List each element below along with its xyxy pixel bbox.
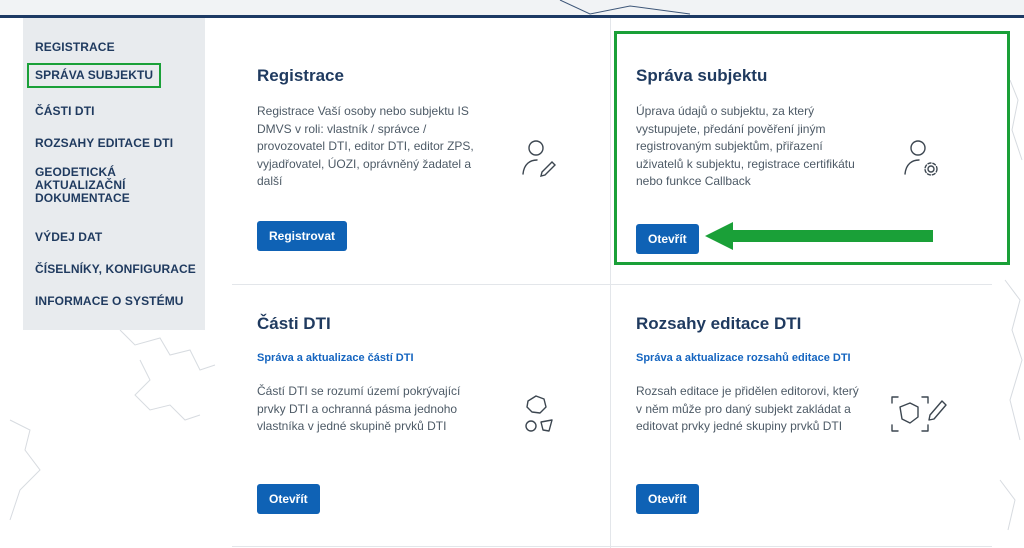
card-description: Rozsah editace je přidělen editorovi, kt… [636, 384, 859, 433]
top-bar [0, 0, 1024, 16]
sidebar-item-vydej-dat[interactable]: VÝDEJ DAT [35, 231, 102, 244]
sidebar-item-rozsahy-editace-dti[interactable]: ROZSAHY EDITACE DTI [35, 137, 173, 150]
sidebar-item-ciselniky-konfigurace[interactable]: ČÍSELNÍKY, KONFIGURACE [35, 263, 196, 276]
sidebar-item-casti-dti[interactable]: ČÁSTI DTI [35, 105, 95, 118]
registrovat-button[interactable]: Registrovat [257, 221, 348, 251]
sidebar-item-registrace[interactable]: REGISTRACE [35, 41, 115, 54]
card-subtitle-link[interactable]: Správa a aktualizace částí DTI [257, 352, 414, 364]
card-description: Částí DTI se rozumí území pokrývající pr… [257, 384, 461, 433]
arrow-left-icon [705, 222, 933, 250]
card-title: Části DTI [257, 314, 331, 333]
area-shapes-icon [522, 393, 556, 440]
card-title: Registrace [257, 66, 344, 85]
sidebar-item-sprava-subjektu[interactable]: SPRÁVA SUBJEKTU [26, 63, 162, 88]
user-edit-icon [520, 138, 560, 183]
card-description: Registrace Vaší osoby nebo subjektu IS D… [257, 104, 474, 188]
grid-divider-horizontal [232, 284, 992, 285]
otevrit-rozsahy-button[interactable]: Otevřít [636, 484, 699, 514]
grid-divider-bottom [232, 546, 992, 547]
sidebar-item-informace-o-systemu[interactable]: INFORMACE O SYSTÉMU [35, 295, 184, 308]
area-edit-icon [890, 393, 948, 442]
card-subtitle-link[interactable]: Správa a aktualizace rozsahů editace DTI [636, 352, 851, 364]
otevrit-casti-button[interactable]: Otevřít [257, 484, 320, 514]
card-title: Rozsahy editace DTI [636, 314, 802, 333]
grid-divider-vertical [610, 18, 611, 548]
sidebar-item-geodeticka-aktualizacni-dokumentace[interactable]: GEODETICKÁ AKTUALIZAČNÍ DOKUMENTACE [35, 166, 145, 205]
sidebar: REGISTRACE SPRÁVA SUBJEKTU ČÁSTI DTI ROZ… [23, 18, 205, 330]
